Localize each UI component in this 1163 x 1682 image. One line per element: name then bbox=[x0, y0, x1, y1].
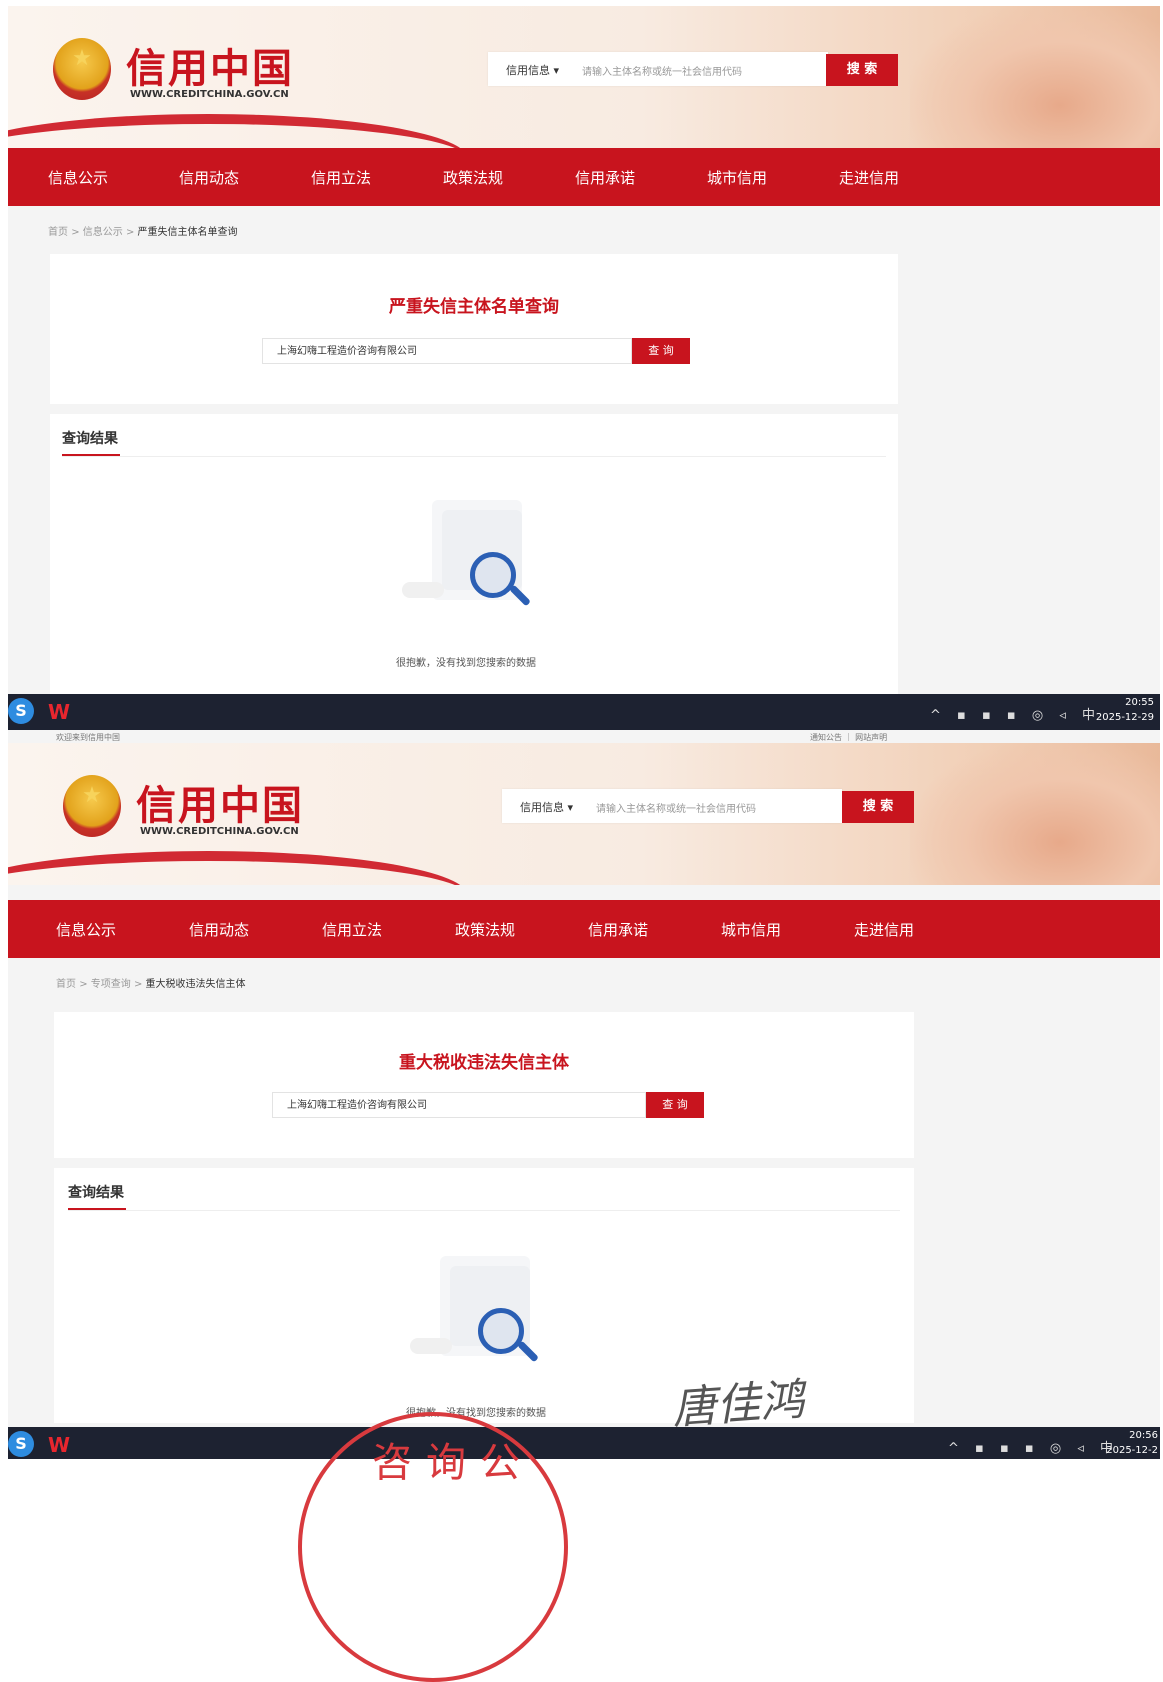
nav-item-xinxigongshi[interactable]: 信息公示 bbox=[56, 919, 116, 940]
stamp-text: 咨询公 bbox=[372, 1440, 534, 1486]
nav-item-xinyongchengnuo[interactable]: 信用承诺 bbox=[588, 919, 648, 940]
breadcrumb-home[interactable]: 首页 bbox=[48, 227, 68, 238]
system-tray-icons[interactable]: ^ ▪ ▪ ▪ ◎ ◃ 中 bbox=[930, 704, 1101, 723]
site-logo-url: WWW.CREDITCHINA.GOV.CN bbox=[140, 826, 299, 837]
no-data-illustration bbox=[410, 1256, 560, 1376]
breadcrumb-separator: > bbox=[125, 227, 135, 238]
breadcrumb: 首页 > 专项查询 > 重大税收违法失信主体 bbox=[56, 975, 246, 990]
main-nav: 信息公示 信用动态 信用立法 政策法规 信用承诺 城市信用 走进信用 bbox=[8, 148, 1160, 206]
top-links[interactable]: 通知公告 ｜ 网站声明 bbox=[810, 732, 887, 743]
windows-taskbar: S W ^ ▪ ▪ ▪ ◎ ◃ 中 20:56 2025-12-2 bbox=[8, 1427, 1160, 1459]
magnifier-icon bbox=[478, 1308, 524, 1354]
query-button[interactable]: 查 询 bbox=[632, 338, 690, 364]
wps-app-icon[interactable]: W bbox=[48, 1433, 70, 1457]
nav-item-zoujinxinyong[interactable]: 走进信用 bbox=[854, 919, 914, 940]
nav-item-xinyonglifa[interactable]: 信用立法 bbox=[322, 919, 382, 940]
header-search-input[interactable]: 请输入主体名称或统一社会信用代码 bbox=[596, 800, 756, 815]
screenshot-2: 欢迎来到信用中国 通知公告 ｜ 网站声明 信用中国 WWW.CREDITCHIN… bbox=[8, 731, 1160, 1459]
entity-name-input[interactable]: 上海幻嗨工程造价咨询有限公司 bbox=[262, 338, 632, 364]
taskbar-clock-time[interactable]: 20:55 bbox=[1084, 697, 1154, 708]
results-title: 查询结果 bbox=[68, 1185, 124, 1201]
header-swoosh bbox=[8, 114, 468, 148]
national-emblem-icon bbox=[53, 38, 111, 100]
search-category-select[interactable]: 信用信息 ▾ bbox=[520, 799, 573, 815]
cloud-shape bbox=[410, 1338, 452, 1354]
windows-taskbar: S W ^ ▪ ▪ ▪ ◎ ◃ 中 20:55 2025-12-29 bbox=[8, 694, 1160, 730]
nav-item-zhengcefagui[interactable]: 政策法规 bbox=[443, 167, 503, 188]
site-logo-title[interactable]: 信用中国 bbox=[136, 773, 304, 831]
national-emblem-icon bbox=[63, 775, 121, 837]
nav-item-xinxigongshi[interactable]: 信息公示 bbox=[48, 167, 108, 188]
taskbar-clock-date[interactable]: 2025-12-2 bbox=[1088, 1445, 1158, 1456]
nav-item-zhengcefagui[interactable]: 政策法规 bbox=[455, 919, 515, 940]
breadcrumb-home[interactable]: 首页 bbox=[56, 979, 76, 990]
screenshot-1: 信用中国 WWW.CREDITCHINA.GOV.CN 信用信息 ▾ 请输入主体… bbox=[8, 6, 1160, 731]
query-button[interactable]: 查 询 bbox=[646, 1092, 704, 1118]
site-logo-url: WWW.CREDITCHINA.GOV.CN bbox=[130, 89, 289, 100]
start-button-icon[interactable]: S bbox=[8, 698, 34, 724]
wps-app-icon[interactable]: W bbox=[48, 700, 70, 724]
cloud-shape bbox=[402, 582, 444, 598]
great-wall-banner-image bbox=[910, 6, 1160, 148]
empty-result-text: 很抱歉，没有找到您搜索的数据 bbox=[396, 658, 536, 669]
no-data-illustration bbox=[402, 500, 552, 620]
header-swoosh bbox=[8, 851, 468, 885]
start-button-icon[interactable]: S bbox=[8, 1431, 34, 1457]
breadcrumb-parent[interactable]: 信息公示 bbox=[83, 227, 123, 238]
magnifier-icon bbox=[470, 552, 516, 598]
nav-item-xinyongdongtai[interactable]: 信用动态 bbox=[179, 167, 239, 188]
header-search-input[interactable]: 请输入主体名称或统一社会信用代码 bbox=[582, 63, 742, 78]
breadcrumb: 首页 > 信息公示 > 严重失信主体名单查询 bbox=[48, 223, 238, 238]
breadcrumb-separator: > bbox=[71, 227, 80, 238]
breadcrumb-parent[interactable]: 专项查询 bbox=[91, 979, 131, 990]
query-card-title: 严重失信主体名单查询 bbox=[389, 297, 559, 317]
red-seal-stamp: 咨询公 bbox=[298, 1412, 568, 1682]
main-nav: 信息公示 信用动态 信用立法 政策法规 信用承诺 城市信用 走进信用 bbox=[8, 900, 1160, 958]
nav-item-xinyongchengnuo[interactable]: 信用承诺 bbox=[575, 167, 635, 188]
header-search-button[interactable]: 搜 索 bbox=[842, 791, 914, 823]
entity-name-input[interactable]: 上海幻嗨工程造价咨询有限公司 bbox=[272, 1092, 646, 1118]
taskbar-clock-date[interactable]: 2025-12-29 bbox=[1084, 712, 1154, 723]
header-search-button[interactable]: 搜 索 bbox=[826, 54, 898, 86]
breadcrumb-current: 重大税收违法失信主体 bbox=[145, 979, 246, 990]
welcome-text: 欢迎来到信用中国 bbox=[56, 733, 120, 742]
nav-item-chengshixinyong[interactable]: 城市信用 bbox=[707, 167, 767, 188]
results-title: 查询结果 bbox=[62, 431, 118, 447]
search-category-select[interactable]: 信用信息 ▾ bbox=[506, 62, 559, 78]
results-panel: 查询结果 很抱歉，没有找到您搜索的数据 bbox=[50, 414, 898, 699]
header-search-box[interactable]: 信用信息 ▾ 请输入主体名称或统一社会信用代码 bbox=[502, 789, 842, 823]
site-logo-title[interactable]: 信用中国 bbox=[126, 36, 294, 94]
taskbar-clock-time[interactable]: 20:56 bbox=[1088, 1430, 1158, 1441]
header-search-box[interactable]: 信用信息 ▾ 请输入主体名称或统一社会信用代码 bbox=[488, 52, 828, 86]
query-card: 重大税收违法失信主体 上海幻嗨工程造价咨询有限公司 查 询 bbox=[54, 1012, 914, 1158]
query-card-title: 重大税收违法失信主体 bbox=[399, 1053, 569, 1073]
site-header: 信用中国 WWW.CREDITCHINA.GOV.CN 信用信息 ▾ 请输入主体… bbox=[8, 6, 1160, 148]
breadcrumb-separator: > bbox=[133, 979, 143, 990]
nav-item-chengshixinyong[interactable]: 城市信用 bbox=[721, 919, 781, 940]
results-divider bbox=[68, 1210, 900, 1211]
site-header: 信用中国 WWW.CREDITCHINA.GOV.CN 信用信息 ▾ 请输入主体… bbox=[8, 743, 1160, 885]
nav-item-xinyongdongtai[interactable]: 信用动态 bbox=[189, 919, 249, 940]
breadcrumb-current: 严重失信主体名单查询 bbox=[137, 227, 238, 238]
nav-item-zoujinxinyong[interactable]: 走进信用 bbox=[839, 167, 899, 188]
top-utility-bar: 欢迎来到信用中国 通知公告 ｜ 网站声明 bbox=[8, 731, 1160, 743]
query-card: 严重失信主体名单查询 上海幻嗨工程造价咨询有限公司 查 询 bbox=[50, 254, 898, 404]
results-divider bbox=[62, 456, 886, 457]
breadcrumb-separator: > bbox=[79, 979, 88, 990]
handwritten-signature: 唐佳鸿 bbox=[670, 1374, 806, 1435]
nav-item-xinyonglifa[interactable]: 信用立法 bbox=[311, 167, 371, 188]
great-wall-banner-image bbox=[910, 743, 1160, 885]
